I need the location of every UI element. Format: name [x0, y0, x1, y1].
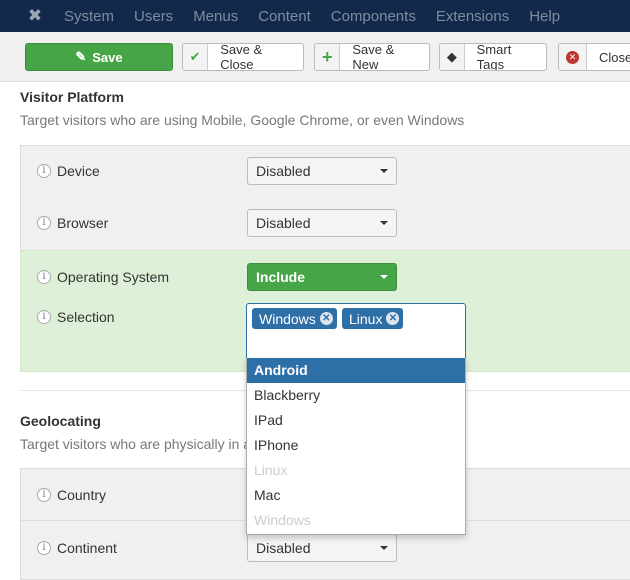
menu-components[interactable]: Components: [331, 8, 416, 25]
option-windows: Windows: [254, 512, 311, 528]
info-icon[interactable]: i: [37, 541, 51, 555]
edit-icon: ✎: [75, 49, 87, 64]
os-label: i Operating System: [37, 269, 169, 285]
option-linux: Linux: [254, 462, 288, 478]
smart-tags-button[interactable]: ◆ Smart Tags: [439, 43, 547, 71]
option-blackberry[interactable]: Blackberry: [247, 383, 465, 408]
menu-content[interactable]: Content: [258, 8, 311, 25]
section-title-geo: Geolocating: [20, 413, 101, 429]
os-select[interactable]: Include: [247, 263, 397, 291]
section-desc-geo: Target visitors who are physically in a …: [20, 436, 262, 452]
option-iphone[interactable]: IPhone: [247, 433, 465, 458]
tag-icon: ◆: [440, 44, 465, 70]
selection-label: i Selection: [37, 309, 115, 325]
device-row: i Device Disabled: [20, 145, 630, 198]
device-label: i Device: [37, 163, 100, 179]
top-navbar: ✖ System Users Menus Content Components …: [0, 0, 630, 32]
toolbar: ✎ Save ✔ Save & Close + Save & New ◆ Smart T…: [0, 32, 630, 82]
continent-select[interactable]: Disabled: [247, 534, 397, 562]
caret-down-icon: [380, 546, 388, 550]
info-icon[interactable]: i: [37, 164, 51, 178]
save-close-button[interactable]: ✔ Save & Close: [182, 43, 304, 71]
info-icon[interactable]: i: [37, 310, 51, 324]
info-icon[interactable]: i: [37, 216, 51, 230]
joomla-logo-icon[interactable]: ✖: [26, 7, 44, 25]
close-circle-icon: ✕: [559, 44, 587, 70]
save-button[interactable]: ✎ Save: [25, 43, 173, 71]
menu-menus[interactable]: Menus: [193, 8, 238, 25]
continent-label: i Continent: [37, 540, 117, 556]
option-android[interactable]: Android: [247, 358, 465, 383]
close-button[interactable]: ✕ Close: [558, 43, 630, 71]
browser-label: i Browser: [37, 215, 108, 231]
selection-multiselect[interactable]: Windows ✕ Linux ✕: [246, 303, 466, 359]
menu-help[interactable]: Help: [529, 8, 560, 25]
caret-down-icon: [380, 275, 388, 279]
caret-down-icon: [380, 169, 388, 173]
tag-windows: Windows ✕: [252, 308, 337, 329]
plus-icon: +: [315, 44, 341, 70]
option-ipad[interactable]: IPad: [247, 408, 465, 433]
selection-dropdown: Android Blackberry IPad IPhone Linux Mac…: [246, 358, 466, 535]
menu-system[interactable]: System: [64, 8, 114, 25]
section-desc-platform: Target visitors who are using Mobile, Go…: [20, 112, 465, 128]
info-icon[interactable]: i: [37, 270, 51, 284]
browser-row: i Browser Disabled: [20, 197, 630, 251]
remove-tag-icon[interactable]: ✕: [386, 312, 400, 325]
info-icon[interactable]: i: [37, 488, 51, 502]
menu-users[interactable]: Users: [134, 8, 173, 25]
menu-extensions[interactable]: Extensions: [436, 8, 509, 25]
save-new-button[interactable]: + Save & New: [314, 43, 430, 71]
section-title-platform: Visitor Platform: [20, 89, 124, 105]
browser-select[interactable]: Disabled: [247, 209, 397, 237]
option-mac[interactable]: Mac: [247, 483, 465, 508]
remove-tag-icon[interactable]: ✕: [319, 312, 333, 325]
tag-linux: Linux ✕: [342, 308, 404, 329]
country-label: i Country: [37, 487, 106, 503]
caret-down-icon: [380, 221, 388, 225]
check-icon: ✔: [183, 44, 209, 70]
device-select[interactable]: Disabled: [247, 157, 397, 185]
